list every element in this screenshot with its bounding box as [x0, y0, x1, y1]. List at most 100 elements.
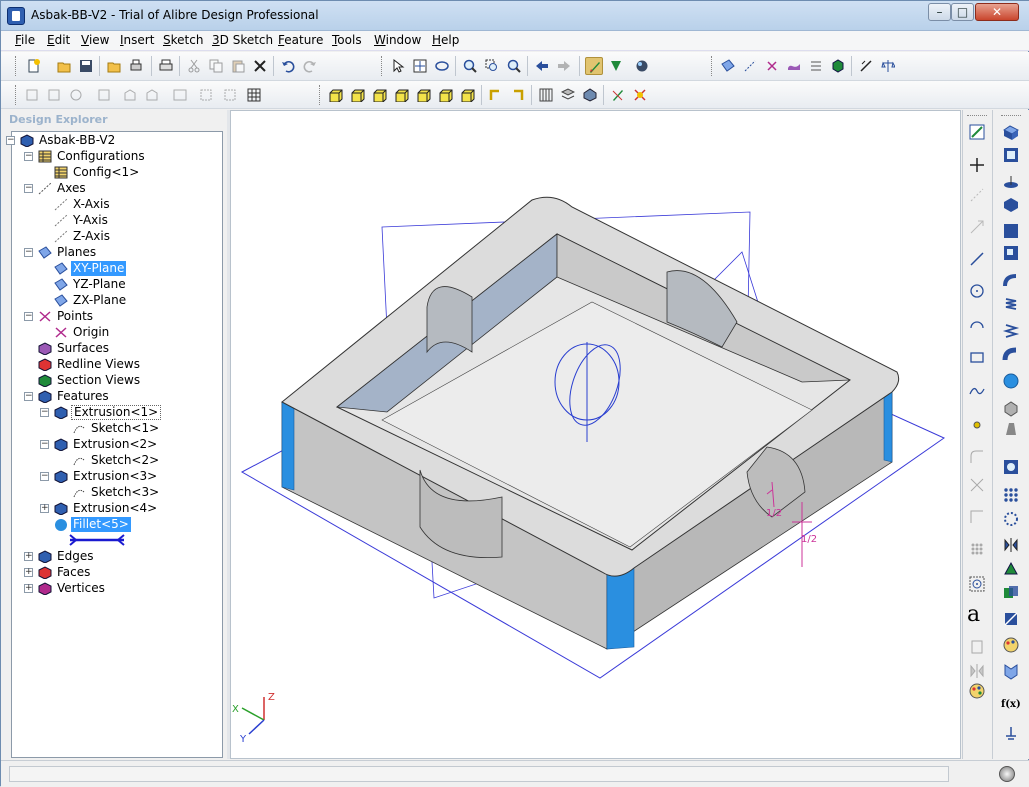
- menu-sketch[interactable]: Sketch: [163, 33, 203, 47]
- ground-icon[interactable]: [1002, 724, 1020, 742]
- revolve-cut-icon[interactable]: [1002, 196, 1020, 214]
- toolbar-grip[interactable]: [319, 85, 322, 105]
- plane-tool-icon[interactable]: [719, 57, 737, 75]
- undo-icon[interactable]: [279, 57, 297, 75]
- model-canvas[interactable]: 1/2 1/2 Z X Y: [231, 111, 962, 760]
- view-left-icon[interactable]: [415, 86, 433, 104]
- open-folder-icon[interactable]: [55, 57, 73, 75]
- menu-help[interactable]: Help: [432, 33, 459, 47]
- tree-expander[interactable]: +: [24, 552, 33, 561]
- view-front-icon[interactable]: [327, 86, 345, 104]
- toolbar-grip[interactable]: [15, 56, 18, 76]
- construction-line-icon[interactable]: [968, 186, 986, 204]
- menu-window[interactable]: Window: [374, 33, 421, 47]
- toolbar-grip[interactable]: [381, 56, 384, 76]
- trim-icon[interactable]: [968, 476, 986, 494]
- view-right-icon[interactable]: [437, 86, 455, 104]
- normal-to-icon[interactable]: [487, 86, 505, 104]
- view-filter-icon[interactable]: [1002, 662, 1020, 680]
- sketch-edit-icon[interactable]: [968, 123, 986, 141]
- shaded-icon[interactable]: [581, 86, 599, 104]
- color-palette-icon[interactable]: [968, 682, 986, 700]
- close-button[interactable]: ✕: [975, 3, 1019, 21]
- tree-expander[interactable]: −: [24, 184, 33, 193]
- menu-view[interactable]: View: [81, 33, 109, 47]
- menu-3d-sketch[interactable]: 3D Sketch: [212, 33, 273, 47]
- hidden-lines-icon[interactable]: [559, 86, 577, 104]
- zoom-window-icon[interactable]: [483, 57, 501, 75]
- grid-icon[interactable]: [245, 86, 263, 104]
- add-icon[interactable]: [968, 156, 986, 174]
- scale-feature-icon[interactable]: [1002, 560, 1020, 578]
- 3d-viewport[interactable]: 1/2 1/2 Z X Y: [230, 110, 961, 759]
- new-file-icon[interactable]: [25, 57, 43, 75]
- tree-expander[interactable]: +: [40, 504, 49, 513]
- status-globe-icon[interactable]: [999, 766, 1015, 782]
- pattern-icon[interactable]: [968, 540, 986, 558]
- copy-sketch-icon[interactable]: [968, 638, 986, 656]
- menu-feature[interactable]: Feature: [278, 33, 323, 47]
- tool-disabled-icon[interactable]: [67, 86, 85, 104]
- loft-cut-icon[interactable]: [1002, 244, 1020, 262]
- tree-expander[interactable]: +: [24, 568, 33, 577]
- view-isometric-icon[interactable]: [459, 86, 477, 104]
- measure-icon[interactable]: [857, 57, 875, 75]
- next-view-icon[interactable]: [555, 57, 573, 75]
- tool-disabled-icon[interactable]: [221, 86, 239, 104]
- text-tool-icon[interactable]: a: [967, 604, 985, 626]
- maximize-button[interactable]: □: [951, 3, 974, 21]
- axis-tool-icon[interactable]: [741, 57, 759, 75]
- helix-icon[interactable]: [1002, 296, 1020, 314]
- tool-disabled-icon[interactable]: [197, 86, 215, 104]
- tree-expander[interactable]: −: [40, 472, 49, 481]
- tree-expander[interactable]: +: [24, 584, 33, 593]
- render-icon[interactable]: [633, 57, 651, 75]
- activate-sketch-icon[interactable]: [607, 57, 625, 75]
- tool-disabled-icon[interactable]: [171, 86, 189, 104]
- mirror-feature-icon[interactable]: [1002, 536, 1020, 554]
- copy-icon[interactable]: [207, 57, 225, 75]
- boolean-icon[interactable]: [1002, 584, 1020, 602]
- loft-icon[interactable]: [1002, 222, 1020, 240]
- physical-properties-icon[interactable]: [879, 57, 897, 75]
- tree-expander[interactable]: −: [24, 152, 33, 161]
- circular-pattern-icon[interactable]: [1002, 510, 1020, 528]
- shell-icon[interactable]: [1002, 346, 1020, 364]
- arc-icon[interactable]: [968, 316, 986, 334]
- tree-expander[interactable]: −: [6, 136, 15, 145]
- menu-file[interactable]: File: [15, 33, 35, 47]
- view-top-icon[interactable]: [371, 86, 389, 104]
- sweep-icon[interactable]: [1002, 272, 1020, 290]
- cut-icon[interactable]: [185, 57, 203, 75]
- point-tool-icon[interactable]: [763, 57, 781, 75]
- point-icon[interactable]: [968, 416, 986, 434]
- pan-icon[interactable]: [411, 57, 429, 75]
- reference-icon[interactable]: [968, 218, 986, 236]
- spline-icon[interactable]: [968, 382, 986, 400]
- fillet-sketch-icon[interactable]: [968, 448, 986, 466]
- extend-icon[interactable]: [968, 508, 986, 526]
- rect-pattern-icon[interactable]: [1002, 486, 1020, 504]
- minimize-button[interactable]: –: [928, 3, 951, 21]
- view-back-icon[interactable]: [349, 86, 367, 104]
- toolbar-grip[interactable]: [15, 85, 18, 105]
- display-edges-icon[interactable]: [537, 86, 555, 104]
- zoom-in-icon[interactable]: [461, 57, 479, 75]
- tool-disabled-icon[interactable]: [45, 86, 63, 104]
- previous-view-icon[interactable]: [533, 57, 551, 75]
- select-arrow-icon[interactable]: [389, 57, 407, 75]
- draft-icon[interactable]: [1002, 420, 1020, 438]
- thread-icon[interactable]: [1002, 322, 1020, 340]
- paste-icon[interactable]: [229, 57, 247, 75]
- surface-tool-icon[interactable]: [785, 57, 803, 75]
- print-icon[interactable]: [157, 57, 175, 75]
- hole-icon[interactable]: [1002, 458, 1020, 476]
- save-icon[interactable]: [77, 57, 95, 75]
- part-properties-icon[interactable]: [829, 57, 847, 75]
- delete-icon[interactable]: [251, 57, 269, 75]
- rectangle-icon[interactable]: [968, 348, 986, 366]
- tool-disabled-icon[interactable]: [23, 86, 41, 104]
- equation-editor-icon[interactable]: f(x): [1001, 696, 1021, 714]
- toolbar-grip[interactable]: [711, 56, 714, 76]
- fillet-feature-icon[interactable]: [1002, 372, 1020, 390]
